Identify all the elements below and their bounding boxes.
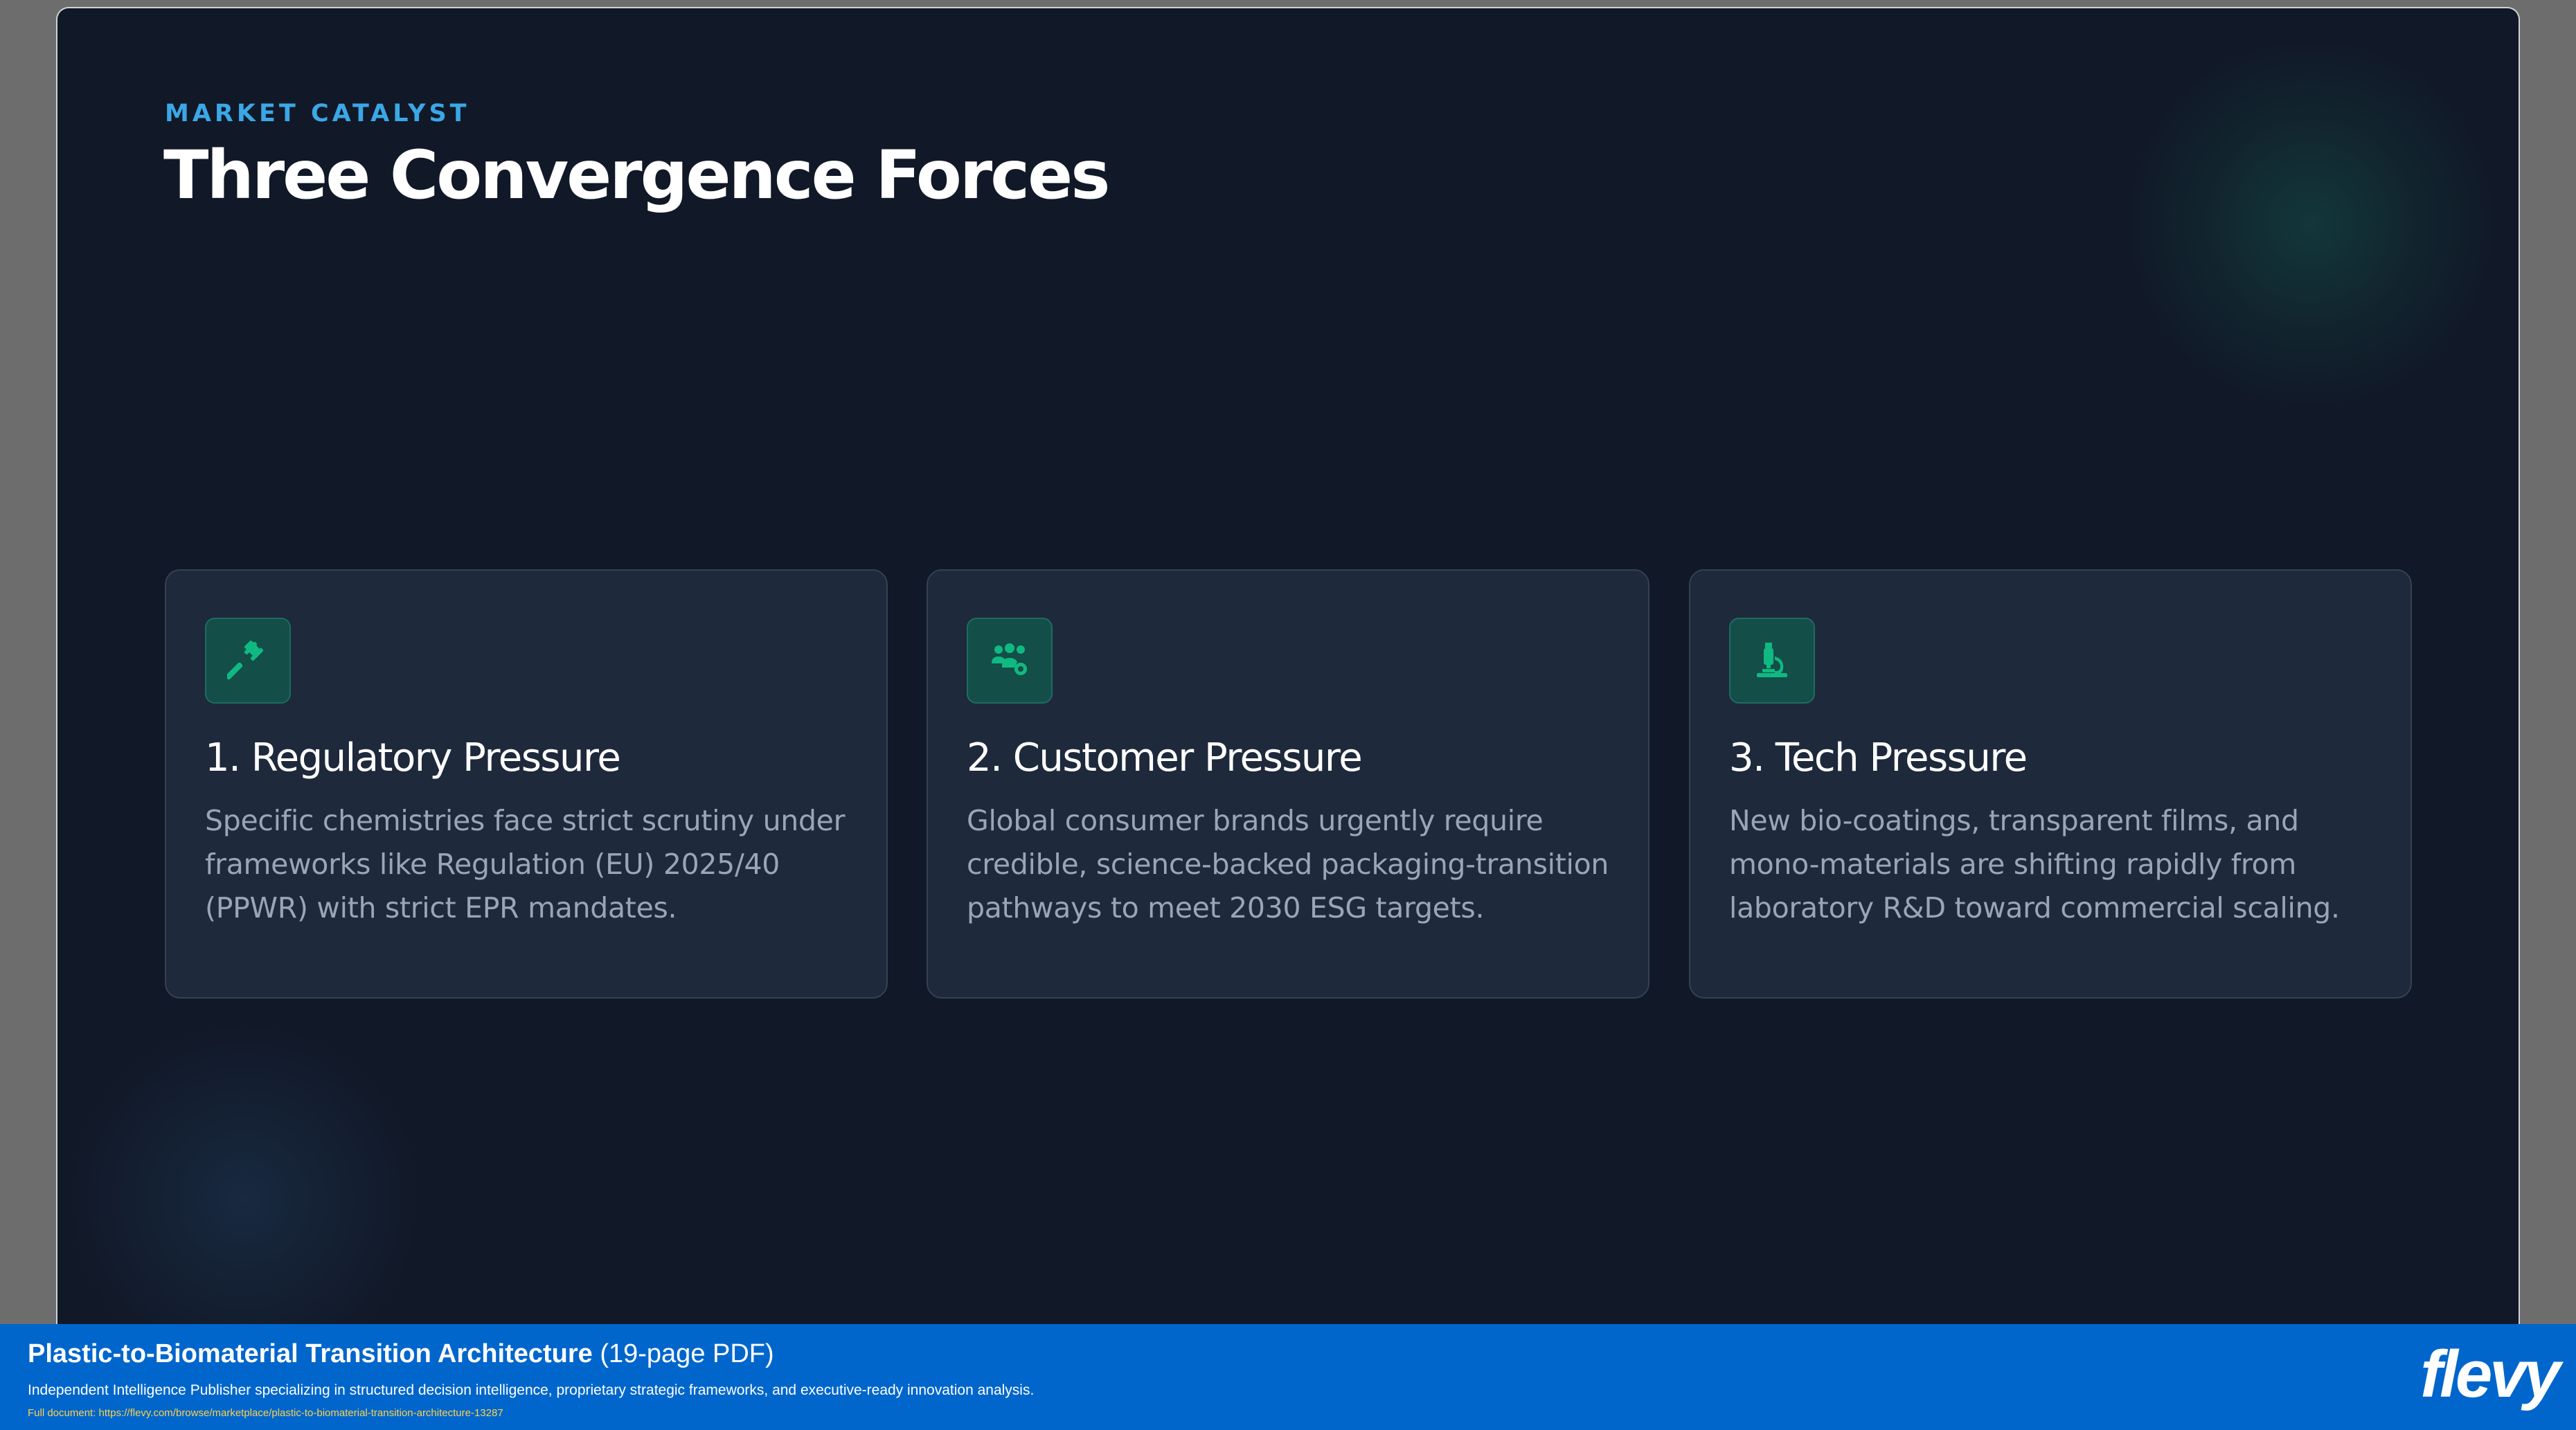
flevy-logo[interactable]: flevy bbox=[2420, 1337, 2561, 1413]
card-body: Specific chemistries face strict scrutin… bbox=[205, 804, 846, 924]
users-cog-icon bbox=[967, 618, 1053, 704]
section-kicker: MARKET CATALYST bbox=[165, 100, 470, 127]
document-title-text: Plastic-to-Biomaterial Transition Archit… bbox=[28, 1339, 593, 1368]
document-footer-banner: Plastic-to-Biomaterial Transition Archit… bbox=[0, 1324, 2576, 1430]
card-body: Global consumer brands urgently require … bbox=[967, 804, 1609, 924]
document-viewer: MARKET CATALYST Three Convergence Forces… bbox=[0, 0, 2576, 1430]
card-title: 1. Regulatory Pressure bbox=[205, 735, 621, 780]
slide-title: Three Convergence Forces bbox=[163, 136, 1110, 214]
card-body: New bio-coatings, transparent films, and… bbox=[1729, 804, 2340, 924]
page-count: (19-page PDF) bbox=[592, 1339, 774, 1368]
link-url[interactable]: https://flevy.com/browse/marketplace/pla… bbox=[99, 1407, 503, 1419]
force-card-customer: 2. Customer Pressure Global consumer bra… bbox=[927, 569, 1649, 999]
decorative-glow bbox=[64, 1019, 424, 1347]
link-label: Full document: bbox=[28, 1407, 99, 1419]
force-card-tech: 3. Tech Pressure New bio-coatings, trans… bbox=[1689, 569, 2412, 999]
document-title[interactable]: Plastic-to-Biomaterial Transition Archit… bbox=[28, 1339, 774, 1369]
card-title: 2. Customer Pressure bbox=[967, 735, 1363, 780]
slide: MARKET CATALYST Three Convergence Forces… bbox=[56, 7, 2520, 1347]
document-link[interactable]: Full document: https://flevy.com/browse/… bbox=[28, 1407, 503, 1419]
card-title: 3. Tech Pressure bbox=[1729, 735, 2028, 780]
microscope-icon bbox=[1729, 618, 1815, 704]
publisher-description: Independent Intelligence Publisher speci… bbox=[28, 1382, 1035, 1398]
gavel-icon bbox=[205, 618, 291, 704]
decorative-glow bbox=[2124, 36, 2498, 410]
force-card-regulatory: 1. Regulatory Pressure Specific chemistr… bbox=[165, 569, 888, 999]
